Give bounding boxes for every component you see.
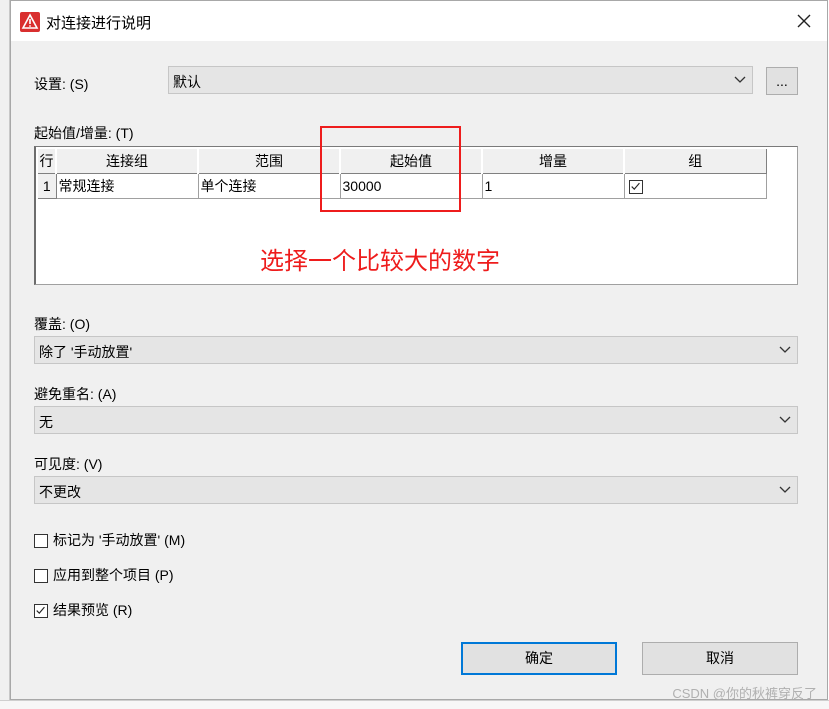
- increment-cell[interactable]: 1: [481, 172, 625, 199]
- app-icon: [20, 12, 40, 32]
- title-bar: 对连接进行说明: [11, 1, 827, 41]
- visibility-dropdown[interactable]: 不更改: [34, 476, 798, 504]
- mark-manual-checkbox[interactable]: [34, 534, 48, 549]
- overwrite-label: 覆盖: (O): [34, 316, 90, 332]
- connection-group-cell[interactable]: 常规连接: [55, 172, 199, 199]
- column-header-row-number: 行: [36, 147, 57, 174]
- annotation-text: 选择一个比较大的数字: [260, 247, 500, 275]
- option-label: 标记为 '手动放置' (M): [53, 532, 186, 548]
- background-left-strip: [0, 0, 10, 709]
- settings-value: 默认: [173, 74, 201, 90]
- overwrite-value: 除了 '手动放置': [39, 344, 133, 360]
- option-result-preview[interactable]: 结果预览 (R): [34, 600, 132, 620]
- checkmark-icon: [630, 182, 640, 190]
- settings-dropdown[interactable]: 默认: [168, 66, 753, 94]
- group-checkbox-cell[interactable]: [623, 172, 767, 199]
- avoid-duplicate-dropdown[interactable]: 无: [34, 406, 798, 434]
- option-label: 应用到整个项目 (P): [53, 567, 174, 583]
- chevron-down-icon: [734, 76, 746, 83]
- chevron-down-icon: [779, 486, 791, 493]
- overwrite-dropdown[interactable]: 除了 '手动放置': [34, 336, 798, 364]
- watermark: CSDN @你的秋裤穿反了: [672, 686, 817, 701]
- checkmark-icon: [36, 607, 45, 615]
- column-header-scope[interactable]: 范围: [197, 147, 341, 174]
- chevron-down-icon: [779, 346, 791, 353]
- visibility-label: 可见度: (V): [34, 456, 103, 472]
- annotation-highlight-box: [320, 126, 461, 212]
- result-preview-checkbox[interactable]: [34, 604, 48, 619]
- option-label: 结果预览 (R): [53, 602, 133, 618]
- row-number-cell[interactable]: 1: [36, 172, 57, 199]
- ok-button[interactable]: 确定: [461, 642, 617, 675]
- avoid-duplicate-label: 避免重名: (A): [34, 386, 117, 402]
- start-increment-label: 起始值/增量: (T): [34, 125, 134, 141]
- group-checkbox[interactable]: [628, 179, 643, 194]
- cancel-button[interactable]: 取消: [642, 642, 798, 675]
- settings-more-button[interactable]: ...: [766, 67, 798, 95]
- settings-label: 设置: (S): [34, 76, 89, 92]
- window-title: 对连接进行说明: [46, 15, 152, 32]
- apply-project-checkbox[interactable]: [34, 569, 48, 584]
- option-apply-to-project[interactable]: 应用到整个项目 (P): [34, 565, 174, 585]
- column-header-connection-group[interactable]: 连接组: [55, 147, 199, 174]
- visibility-value: 不更改: [39, 484, 81, 500]
- avoid-duplicate-value: 无: [39, 414, 53, 430]
- close-icon[interactable]: [793, 10, 815, 32]
- option-mark-manual-placement[interactable]: 标记为 '手动放置' (M): [34, 530, 185, 550]
- column-header-increment[interactable]: 增量: [481, 147, 625, 174]
- column-header-group[interactable]: 组: [623, 147, 767, 174]
- scope-cell[interactable]: 单个连接: [197, 172, 341, 199]
- chevron-down-icon: [779, 416, 791, 423]
- annotate-connections-dialog: 对连接进行说明 设置: (S) 默认 ... 起始值/增量: (T) 行 连接组…: [10, 0, 828, 700]
